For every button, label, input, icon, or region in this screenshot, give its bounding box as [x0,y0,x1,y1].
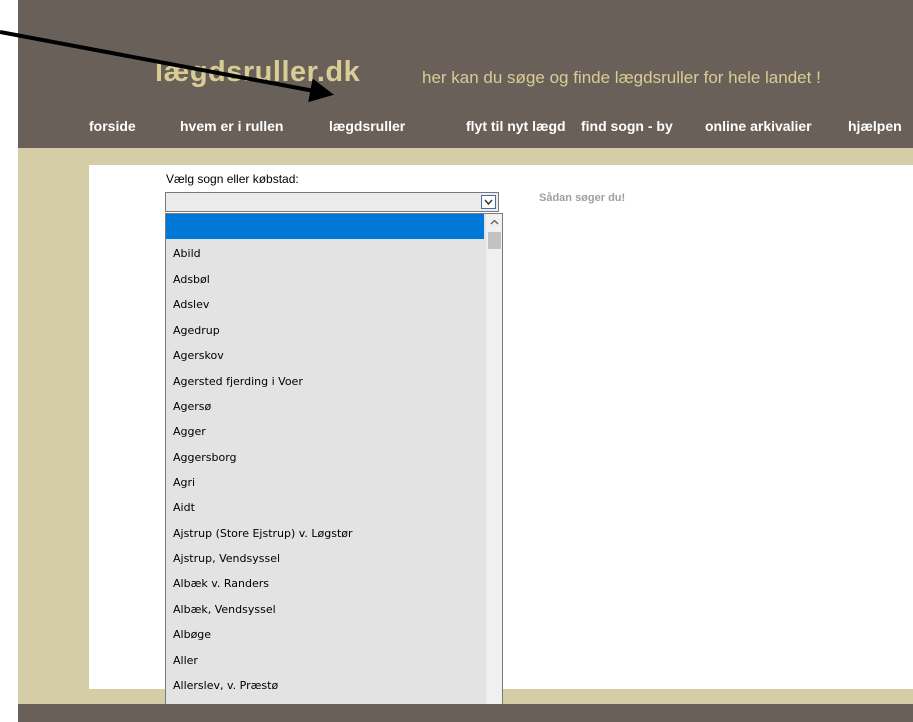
parish-option[interactable]: Allerslev, v. Præstø [166,673,484,698]
parish-option[interactable] [166,214,484,239]
site-logo[interactable]: lægdsruller.dk [155,56,360,89]
parish-option[interactable]: Ajstrup, Vendsyssel [166,546,484,571]
parish-option[interactable]: Agger [166,419,484,444]
site-footer [18,704,913,722]
site-tagline: her kan du søge og finde lægdsruller for… [422,68,821,87]
parish-option[interactable]: Adslev [166,292,484,317]
parish-option[interactable]: Ajstrup (Store Ejstrup) v. Løgstør [166,521,484,546]
caret-up-icon[interactable] [486,214,502,231]
parish-option[interactable]: Agedrup [166,318,484,343]
scrollbar-thumb[interactable] [488,232,501,249]
parish-select[interactable] [165,192,499,212]
parish-dropdown-list[interactable]: Abild Adsbøl Adslev Agedrup Agerskov Age… [165,213,503,722]
parish-option[interactable]: Aidt [166,495,484,520]
search-help-link[interactable]: Sådan søger du! [539,192,625,204]
nav-flyt-til-nyt-laegd[interactable]: flyt til nyt lægd [466,118,566,134]
nav-hvem-er-i-rullen[interactable]: hvem er i rullen [180,118,283,134]
nav-find-sogn-by[interactable]: find sogn - by [581,118,673,134]
parish-option[interactable]: Agerskov [166,343,484,368]
parish-option[interactable]: Aller [166,648,484,673]
parish-option[interactable]: Abild [166,241,484,266]
parish-option[interactable]: Adsbøl [166,267,484,292]
parish-option[interactable]: Aggersborg [166,445,484,470]
nav-hjaelpen[interactable]: hjælpen [848,118,902,134]
parish-option[interactable]: Albøge [166,622,484,647]
dropdown-scrollbar[interactable] [485,214,502,721]
parish-option[interactable]: Agersted fjerding i Voer [166,369,484,394]
parish-select-label: Vælg sogn eller købstad: [166,172,299,186]
nav-online-arkivalier[interactable]: online arkivalier [705,118,812,134]
nav-laegdsruller[interactable]: lægdsruller [329,118,405,134]
nav-forside[interactable]: forside [89,118,136,134]
parish-option[interactable]: Albæk v. Randers [166,571,484,596]
parish-option[interactable]: Agri [166,470,484,495]
chevron-down-icon[interactable] [481,195,496,209]
parish-option[interactable]: Agersø [166,394,484,419]
left-margin [0,0,18,722]
parish-option[interactable]: Albæk, Vendsyssel [166,597,484,622]
